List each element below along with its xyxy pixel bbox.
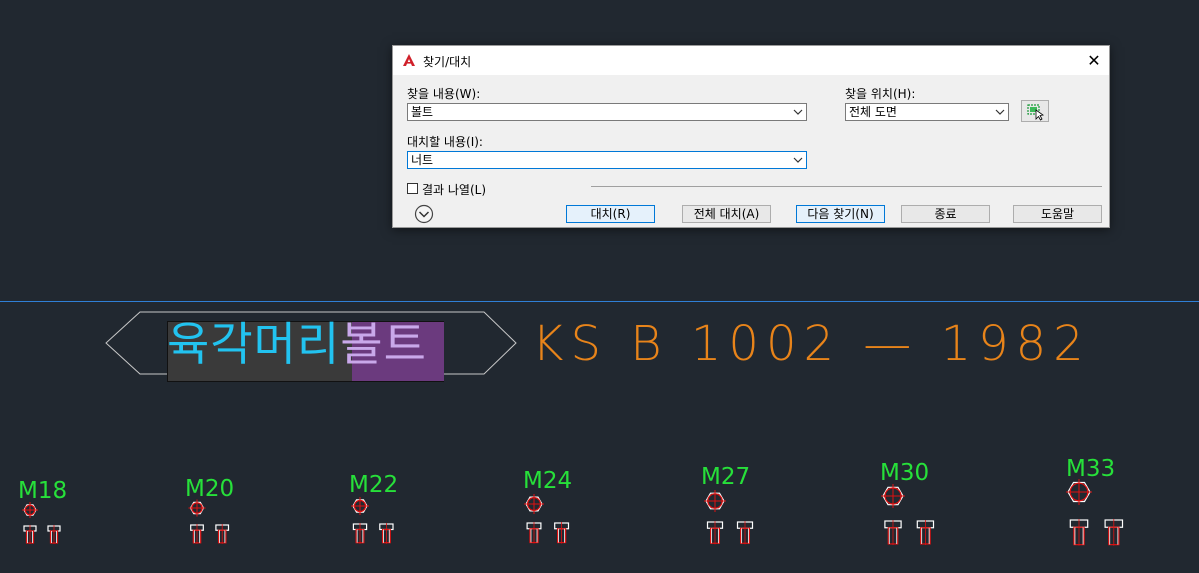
bolt-side-view	[1069, 519, 1089, 546]
replace-with-value: 너트	[411, 153, 434, 167]
drawing-title[interactable]: 육각머리볼트	[167, 314, 427, 374]
chevron-down-icon[interactable]	[793, 155, 803, 165]
replace-button[interactable]: 대치(R)	[566, 205, 655, 223]
find-where-value: 전체 도면	[849, 105, 897, 119]
bolt-side-view	[526, 522, 542, 544]
bolt-side-view	[1104, 519, 1124, 546]
bolt-side-view	[23, 525, 37, 544]
title-part-hex-head: 육각머리	[167, 317, 341, 371]
bolt-size-label[interactable]: M18	[18, 478, 67, 504]
bolt-side-view	[352, 523, 368, 544]
bolt-side-view	[215, 524, 230, 544]
bolt-size-label[interactable]: M33	[1066, 456, 1115, 482]
chevron-down-icon[interactable]	[995, 107, 1005, 117]
bolt-side-view	[47, 525, 61, 544]
replace-all-button[interactable]: 전체 대치(A)	[682, 205, 771, 223]
find-what-label: 찾을 내용(W):	[407, 87, 481, 101]
bolt-side-view	[916, 520, 935, 545]
bolt-size-label[interactable]: M22	[349, 472, 398, 498]
find-what-combobox[interactable]: 볼트	[407, 103, 807, 121]
find-what-value: 볼트	[411, 105, 434, 119]
list-results-checkbox[interactable]	[407, 183, 418, 194]
bolt-size-label[interactable]: M30	[880, 460, 929, 486]
bolt-top-view	[188, 499, 206, 517]
list-results-label: 결과 나열(L)	[422, 183, 487, 197]
find-replace-dialog: 찾기/대치 ✕ 찾을 내용(W): 볼트 대치할 내용(I): 너트 찾을 위치…	[392, 45, 1110, 228]
expand-options-icon[interactable]	[414, 204, 434, 224]
replace-with-label: 대치할 내용(I):	[407, 135, 483, 149]
autocad-a-icon	[403, 54, 415, 66]
bolt-side-view	[379, 523, 394, 544]
bolt-top-view	[524, 494, 544, 514]
replace-with-combobox[interactable]: 너트	[407, 151, 807, 169]
bolt-top-view	[881, 484, 905, 508]
bolt-top-view	[22, 502, 38, 518]
close-button[interactable]: 종료	[901, 205, 990, 223]
dialog-titlebar[interactable]: 찾기/대치 ✕	[393, 46, 1109, 75]
select-objects-button[interactable]	[1021, 100, 1049, 122]
bolt-top-view	[351, 497, 369, 515]
close-icon[interactable]: ✕	[1085, 52, 1103, 70]
find-where-label: 찾을 위치(H):	[845, 87, 916, 101]
help-button[interactable]: 도움말	[1013, 205, 1102, 223]
bolt-side-view	[706, 521, 724, 545]
title-part-bolt: 볼트	[340, 317, 427, 371]
bolt-size-label[interactable]: M20	[185, 476, 234, 502]
select-objects-icon	[1027, 104, 1045, 121]
bolt-side-view	[190, 524, 204, 544]
bolt-size-label[interactable]: M24	[523, 468, 572, 494]
bolt-top-view	[704, 490, 726, 512]
chevron-down-icon[interactable]	[793, 107, 803, 117]
bolt-size-label[interactable]: M27	[701, 464, 750, 490]
separator-line	[591, 186, 1102, 187]
find-next-button[interactable]: 다음 찾기(N)	[796, 205, 885, 223]
divider-line	[0, 301, 1199, 302]
dialog-title: 찾기/대치	[423, 55, 472, 69]
bolt-side-view	[884, 520, 902, 545]
find-where-combobox[interactable]: 전체 도면	[845, 103, 1009, 121]
bolt-top-view	[1066, 479, 1092, 505]
standard-number[interactable]: KS B 1002 — 1982	[532, 314, 1091, 374]
bolt-side-view	[736, 521, 754, 545]
bolt-side-view	[554, 522, 570, 544]
